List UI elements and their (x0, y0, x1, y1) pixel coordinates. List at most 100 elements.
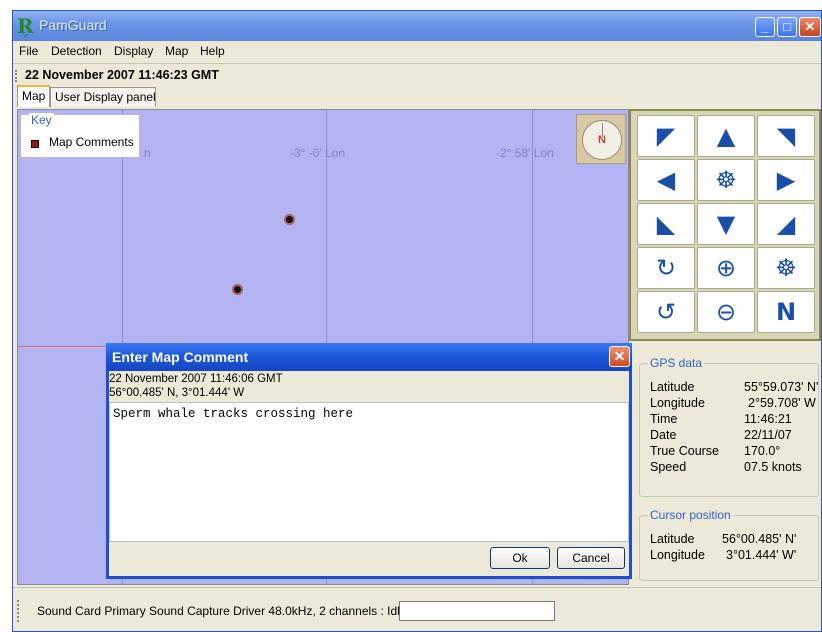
side-info-panel: GPS data Latitude 55°59.073' N' Longitude… (635, 349, 821, 585)
status-progress-field (399, 601, 555, 621)
pan-down-right-icon: ◢ (776, 210, 796, 238)
gps-label: True Course (650, 444, 720, 458)
menu-bar: File Detection Display Map Help (13, 41, 821, 61)
north-up-icon: N (775, 298, 797, 326)
zoom-out-icon: ⊖ (715, 298, 737, 326)
menu-help[interactable]: Help (200, 44, 225, 58)
gps-label: Longitude (650, 396, 705, 410)
pan-right-button[interactable]: ▶ (757, 159, 815, 201)
status-bar: Sound Card Primary Sound Capture Driver … (13, 587, 821, 631)
gps-row: Date 22/11/07 (650, 428, 792, 442)
cursor-row: Latitude 56°00.485' N' (650, 532, 796, 546)
rotate-clockwise-button[interactable]: ↻ (637, 247, 695, 289)
gps-value: 07.5 knots (744, 460, 802, 474)
gps-row: Longitude 2°59.708' W (650, 396, 816, 410)
key-label: Map Comments (49, 135, 134, 149)
key-title: Key (29, 113, 54, 127)
pan-down-left-button[interactable]: ◣ (637, 203, 695, 245)
current-date-time: 22 November 2007 11:46:23 GMT (25, 68, 219, 82)
gps-value: 11:46:21 (744, 412, 792, 426)
gps-row: Latitude 55°59.073' N' (650, 380, 818, 394)
zoom-in-icon: ⊕ (715, 254, 737, 282)
cursor-position-group: Cursor position Latitude 56°00.485' N' Lo… (639, 508, 819, 581)
map-key: Key Map Comments (20, 113, 140, 158)
minimize-button[interactable]: _ (755, 17, 775, 37)
pan-up-left-button[interactable]: ◤ (637, 115, 695, 157)
menu-file[interactable]: File (19, 44, 38, 58)
map-comment-marker[interactable] (286, 216, 293, 223)
longitude-label: -3° -0' Lon (290, 146, 346, 160)
comment-timestamp: 22 November 2007 11:46:06 GMT (109, 373, 283, 385)
rotate-clockwise-icon: ↻ (655, 254, 677, 282)
tab-map[interactable]: Map (17, 85, 50, 107)
enter-map-comment-dialog: Enter Map Comment ✕ 22 November 2007 11:… (106, 343, 632, 579)
pan-up-right-icon: ◥ (776, 122, 796, 150)
zoom-out-button[interactable]: ⊖ (697, 291, 755, 333)
pamguard-window: Ŗ PamGuard _ □ ✕ File Detection Display … (12, 10, 822, 632)
dialog-title: Enter Map Comment (112, 349, 249, 365)
maximize-button[interactable]: □ (777, 17, 797, 37)
north-up-button[interactable]: N (757, 291, 815, 333)
status-grip (17, 600, 20, 622)
compass-dial: N (582, 120, 622, 160)
pan-left-icon: ◀ (656, 166, 676, 194)
gps-row: True Course 170.0° (650, 444, 780, 458)
cursor-row: Longitude 3°01.444' W' (650, 548, 796, 562)
gps-value: 22/11/07 (744, 428, 792, 442)
menu-map[interactable]: Map (165, 44, 188, 58)
ship-up-icon: ☸ (775, 254, 797, 282)
gps-label: Date (650, 428, 677, 442)
title-bar[interactable]: Ŗ PamGuard _ □ ✕ (13, 11, 821, 41)
longitude-label: n (144, 146, 151, 160)
cursor-label: Longitude (650, 548, 705, 562)
center-ship-icon: ☸ (715, 166, 737, 194)
gps-label: Time (650, 412, 678, 426)
gps-value: 170.0° (744, 444, 781, 458)
cursor-label: Latitude (650, 532, 695, 546)
pan-up-right-button[interactable]: ◥ (757, 115, 815, 157)
center-ship-button[interactable]: ☸ (697, 159, 755, 201)
longitude-label: -2° 58' Lon (496, 146, 554, 160)
pan-up-button[interactable]: ▲ (697, 115, 755, 157)
pamguard-logo-icon: Ŗ (17, 14, 34, 38)
date-toolbar: 22 November 2007 11:46:23 GMT (13, 63, 821, 87)
gps-row: Speed 07.5 knots (650, 460, 802, 474)
cursor-value: 3°01.444' W' (726, 548, 797, 562)
ok-button[interactable]: Ok (490, 547, 550, 569)
pan-left-button[interactable]: ◀ (637, 159, 695, 201)
rotate-anticlockwise-button[interactable]: ↺ (637, 291, 695, 333)
cursor-position-title: Cursor position (648, 508, 733, 522)
map-comment-marker[interactable] (234, 286, 241, 293)
gps-value: 55°59.073' N' (744, 380, 819, 394)
zoom-in-button[interactable]: ⊕ (697, 247, 755, 289)
pan-up-left-icon: ◤ (656, 122, 676, 150)
status-text: Sound Card Primary Sound Capture Driver … (37, 604, 407, 618)
pan-down-right-button[interactable]: ◢ (757, 203, 815, 245)
tab-user-display-panel[interactable]: User Display panel (50, 87, 156, 107)
gps-row: Time 11:46:21 (650, 412, 792, 426)
dialog-info: 22 November 2007 11:46:06 GMT 56°00.485'… (109, 372, 283, 400)
compass-icon: N (576, 114, 626, 164)
comment-text-area[interactable]: Sperm whale tracks crossing here (109, 402, 629, 542)
dialog-title-bar[interactable]: Enter Map Comment ✕ (106, 343, 632, 371)
cancel-button[interactable]: Cancel (557, 547, 625, 569)
window-title: PamGuard (39, 17, 107, 33)
map-comments-swatch (31, 140, 39, 148)
close-window-button[interactable]: ✕ (799, 17, 821, 37)
pan-down-button[interactable]: ▼ (697, 203, 755, 245)
pan-up-icon: ▲ (716, 122, 736, 150)
gps-data-title: GPS data (648, 356, 705, 370)
menu-detection[interactable]: Detection (51, 44, 102, 58)
pan-down-left-icon: ◣ (656, 210, 676, 238)
pan-down-icon: ▼ (716, 210, 736, 238)
gps-data-group: GPS data Latitude 55°59.073' N' Longitude… (639, 356, 819, 497)
cursor-value: 56°00.485' N' (722, 532, 797, 546)
gps-label: Speed (650, 460, 687, 474)
menu-display[interactable]: Display (114, 44, 153, 58)
gps-label: Latitude (650, 380, 695, 394)
toolbar-grip[interactable] (15, 70, 18, 82)
pan-right-icon: ▶ (776, 166, 796, 194)
dialog-close-button[interactable]: ✕ (609, 346, 630, 367)
ship-up-button[interactable]: ☸ (757, 247, 815, 289)
comment-position: 56°00.485' N, 3°01.444' W (109, 387, 245, 399)
